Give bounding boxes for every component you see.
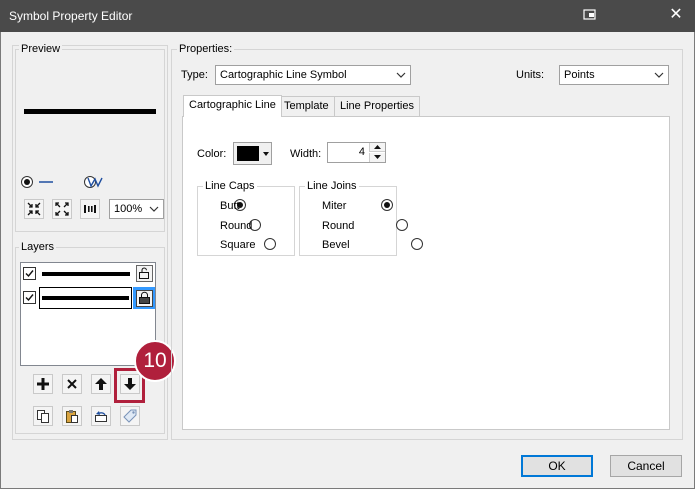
line-joins-legend: Line Joins (305, 180, 359, 192)
zoom-value: 100% (114, 203, 143, 215)
reset-layer-button[interactable] (91, 406, 111, 426)
tag-icon (123, 409, 137, 423)
actual-size-icon (84, 205, 96, 213)
actual-size-button[interactable] (80, 199, 100, 219)
chevron-down-icon (396, 72, 406, 78)
chevron-down-icon (149, 206, 159, 212)
layer-checkbox[interactable] (23, 291, 36, 307)
title-bar: Symbol Property Editor ✕ (0, 0, 695, 32)
tag-layer-button[interactable] (120, 406, 140, 426)
zoom-select[interactable]: 100% (109, 199, 164, 219)
line-preview-icon (38, 176, 54, 191)
paste-icon (66, 410, 78, 423)
unlock-icon[interactable] (136, 265, 153, 285)
help-icon[interactable] (583, 8, 599, 22)
layers-legend: Layers (19, 241, 57, 253)
color-swatch (237, 146, 259, 161)
add-layer-button[interactable] (33, 374, 53, 394)
expand-button[interactable] (52, 199, 72, 219)
preview-line (24, 109, 156, 114)
cap-butt-label: Butt (220, 200, 240, 212)
width-label: Width: (290, 148, 322, 160)
join-round-label: Round (322, 220, 355, 232)
layer-selected-swatch (39, 287, 132, 309)
fit-extent-button[interactable] (24, 199, 44, 219)
layer-row[interactable] (21, 263, 155, 285)
move-layer-up-button[interactable] (91, 374, 111, 394)
preview-line-radio[interactable] (21, 176, 33, 188)
close-icon[interactable]: ✕ (666, 5, 686, 25)
width-spinner[interactable]: 4 (327, 142, 386, 163)
tab-cartographic-line[interactable]: Cartographic Line (183, 95, 282, 117)
chevron-up-icon (374, 145, 381, 149)
layer-row[interactable] (21, 287, 155, 309)
cancel-button[interactable]: Cancel (610, 455, 682, 477)
copy-icon (37, 410, 49, 423)
color-label: Color: (197, 148, 227, 160)
units-value: Points (564, 69, 595, 81)
plus-icon (37, 378, 49, 390)
copy-layer-button[interactable] (33, 406, 53, 426)
remove-layer-button[interactable] (62, 374, 82, 394)
shrink-icon (27, 202, 41, 216)
window-title: Symbol Property Editor (9, 9, 133, 23)
arrow-up-icon (95, 378, 107, 390)
cap-round-label: Round (220, 220, 253, 232)
undo-icon (95, 411, 107, 422)
move-layer-down-button[interactable] (120, 374, 140, 394)
type-value: Cartographic Line Symbol (220, 69, 347, 81)
color-picker[interactable] (233, 142, 272, 165)
ok-button[interactable]: OK (521, 455, 593, 477)
join-miter-label: Miter (322, 200, 347, 212)
line-caps-legend: Line Caps (203, 180, 257, 192)
paste-layer-button[interactable] (62, 406, 82, 426)
step-callout: 10 (134, 340, 176, 382)
type-label: Type: (181, 69, 208, 81)
zigzag-preview-icon (86, 175, 104, 192)
chevron-down-icon (374, 155, 381, 159)
layer-checkbox[interactable] (23, 267, 36, 283)
units-label: Units: (516, 69, 545, 81)
tab-line-properties[interactable]: Line Properties (334, 96, 420, 116)
width-value: 4 (358, 146, 365, 158)
layer-line-swatch (42, 272, 130, 276)
arrow-down-icon (124, 378, 136, 390)
cap-square-label: Square (220, 239, 256, 251)
dropdown-arrow-icon (263, 152, 269, 156)
lock-icon[interactable] (133, 287, 155, 309)
chevron-down-icon (654, 72, 664, 78)
tab-template[interactable]: Template (278, 96, 335, 116)
spin-up-button[interactable] (369, 143, 385, 152)
expand-icon (55, 202, 69, 216)
properties-legend: Properties: (177, 43, 235, 55)
join-bevel-label: Bevel (322, 239, 350, 251)
spin-down-button[interactable] (369, 153, 385, 162)
type-select[interactable]: Cartographic Line Symbol (215, 65, 411, 85)
delete-icon (67, 379, 77, 389)
preview-legend: Preview (19, 43, 63, 55)
units-select[interactable]: Points (559, 65, 669, 85)
